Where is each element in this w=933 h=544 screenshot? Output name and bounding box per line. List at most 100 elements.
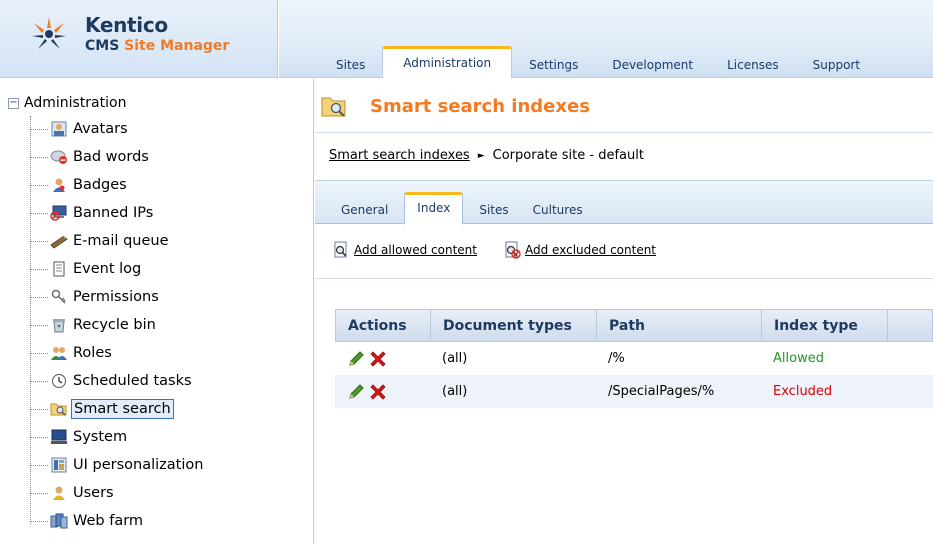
- table-row: (all) /% Allowed: [335, 342, 933, 375]
- delete-x-icon[interactable]: [369, 350, 387, 368]
- tree-item-label: System: [73, 429, 128, 445]
- scheduled-tasks-icon: [50, 372, 68, 390]
- collapse-toggle-icon[interactable]: −: [8, 97, 19, 109]
- tree-root-label: Administration: [24, 95, 127, 111]
- breadcrumb-current: Corporate site - default: [492, 148, 644, 163]
- web-farm-icon: [50, 512, 68, 530]
- tree-item-label: Banned IPs: [73, 205, 154, 221]
- tree-item-system[interactable]: System: [30, 425, 129, 449]
- row-actions: [335, 342, 430, 375]
- tree-item-label: Recycle bin: [73, 317, 156, 333]
- tree-item-banned-ips[interactable]: Banned IPs: [30, 201, 155, 225]
- breadcrumb-link[interactable]: Smart search indexes: [329, 148, 470, 163]
- breadcrumb: Smart search indexes ► Corporate site - …: [329, 148, 644, 163]
- row-actions: [335, 375, 430, 408]
- badges-icon: [50, 176, 68, 194]
- email-queue-icon: [50, 232, 68, 250]
- tree-item-ui-personalization[interactable]: UI personalization: [30, 453, 205, 477]
- top-navigation-bar: Sites Administration Settings Developmen…: [279, 0, 933, 78]
- tree-item-recycle-bin[interactable]: Recycle bin: [30, 313, 158, 337]
- bad-words-icon: [50, 148, 68, 166]
- users-icon: [50, 484, 68, 502]
- tree-item-smart-search[interactable]: Smart search: [30, 397, 174, 421]
- tree-root-administration[interactable]: − Administration: [8, 93, 126, 113]
- tree-item-bad-words[interactable]: Bad words: [30, 145, 151, 169]
- avatar-icon: [50, 120, 68, 138]
- navigation-tree: − Administration Avatars Bad words Badge…: [0, 79, 314, 544]
- tree-item-email-queue[interactable]: E-mail queue: [30, 229, 171, 253]
- cell-document-types: (all): [442, 384, 468, 399]
- actions-bar: Add allowed content Add excluded content: [332, 241, 682, 259]
- add-excluded-content-label: Add excluded content: [524, 243, 657, 257]
- subtab-general[interactable]: General: [329, 197, 400, 225]
- tab-administration[interactable]: Administration: [382, 46, 513, 78]
- cell-path: /SpecialPages/%: [608, 384, 715, 399]
- tab-development[interactable]: Development: [595, 52, 710, 78]
- column-header-index-type[interactable]: Index type: [762, 310, 888, 341]
- tab-licenses[interactable]: Licenses: [710, 52, 796, 78]
- tree-item-permissions[interactable]: Permissions: [30, 285, 161, 309]
- breadcrumb-separator-icon: ►: [477, 150, 485, 161]
- main-tabs: Sites Administration Settings Developmen…: [319, 44, 877, 78]
- tree-item-label: Permissions: [73, 289, 159, 305]
- add-allowed-content-button[interactable]: Add allowed content: [332, 241, 477, 259]
- event-log-icon: [50, 260, 68, 278]
- system-icon: [50, 428, 68, 446]
- brand-product: CMS Site Manager: [85, 38, 229, 54]
- tree-item-users[interactable]: Users: [30, 481, 116, 505]
- brand-product-accent: Site Manager: [124, 38, 230, 54]
- tree-item-label: E-mail queue: [73, 233, 169, 249]
- index-content-grid: Actions Document types Path Index type (…: [335, 309, 933, 408]
- tree-item-avatars[interactable]: Avatars: [30, 117, 130, 141]
- add-excluded-content-icon: [505, 241, 521, 259]
- tree-item-label: Scheduled tasks: [73, 373, 192, 389]
- edit-pencil-icon[interactable]: [347, 350, 365, 368]
- page-header: Smart search indexes: [315, 79, 933, 133]
- tree-item-label: Roles: [73, 345, 112, 361]
- logo-area: Kentico CMS Site Manager: [0, 0, 278, 78]
- tree-item-label: Avatars: [73, 121, 128, 137]
- tree-item-label: Bad words: [73, 149, 149, 165]
- smart-search-icon: [50, 400, 68, 418]
- tree-item-label: Badges: [73, 177, 127, 193]
- recycle-bin-icon: [50, 316, 68, 334]
- brand-product-prefix: CMS: [85, 38, 125, 54]
- column-header-path[interactable]: Path: [597, 310, 762, 341]
- page-title: Smart search indexes: [370, 96, 590, 117]
- delete-x-icon[interactable]: [369, 383, 387, 401]
- subtab-sites[interactable]: Sites: [467, 197, 520, 225]
- cell-path: /%: [608, 351, 625, 366]
- tree-item-scheduled-tasks[interactable]: Scheduled tasks: [30, 369, 194, 393]
- cell-index-type: Excluded: [773, 384, 833, 399]
- tree-item-label: Users: [73, 485, 114, 501]
- permissions-icon: [50, 288, 68, 306]
- brand-name: Kentico: [85, 13, 168, 37]
- column-header-actions: Actions: [336, 310, 431, 341]
- roles-icon: [50, 344, 68, 362]
- tree-item-badges[interactable]: Badges: [30, 173, 129, 197]
- tab-settings[interactable]: Settings: [512, 52, 595, 78]
- cell-index-type: Allowed: [773, 351, 824, 366]
- cell-document-types: (all): [442, 351, 468, 366]
- smart-search-folder-icon: [321, 97, 346, 117]
- tree-item-label: Event log: [73, 261, 142, 277]
- subtab-cultures[interactable]: Cultures: [521, 197, 595, 225]
- add-allowed-content-icon: [334, 241, 347, 258]
- ui-personalization-icon: [50, 456, 68, 474]
- table-row: (all) /SpecialPages/% Excluded: [335, 375, 933, 408]
- subtab-index[interactable]: Index: [404, 192, 464, 225]
- banned-ips-icon: [50, 204, 68, 222]
- sub-tabs-bar: General Index Sites Cultures: [315, 180, 933, 225]
- column-header-document-types[interactable]: Document types: [431, 310, 597, 341]
- tree-item-event-log[interactable]: Event log: [30, 257, 143, 281]
- edit-pencil-icon[interactable]: [347, 383, 365, 401]
- tree-item-label: Web farm: [73, 513, 144, 529]
- add-allowed-content-label: Add allowed content: [354, 243, 477, 257]
- tree-item-roles[interactable]: Roles: [30, 341, 114, 365]
- tree-item-label: Smart search: [71, 399, 174, 419]
- tab-support[interactable]: Support: [796, 52, 877, 78]
- tab-sites[interactable]: Sites: [319, 52, 382, 78]
- grid-header-row: Actions Document types Path Index type: [335, 309, 933, 342]
- add-excluded-content-button[interactable]: Add excluded content: [503, 241, 656, 259]
- tree-item-web-farm[interactable]: Web farm: [30, 509, 145, 533]
